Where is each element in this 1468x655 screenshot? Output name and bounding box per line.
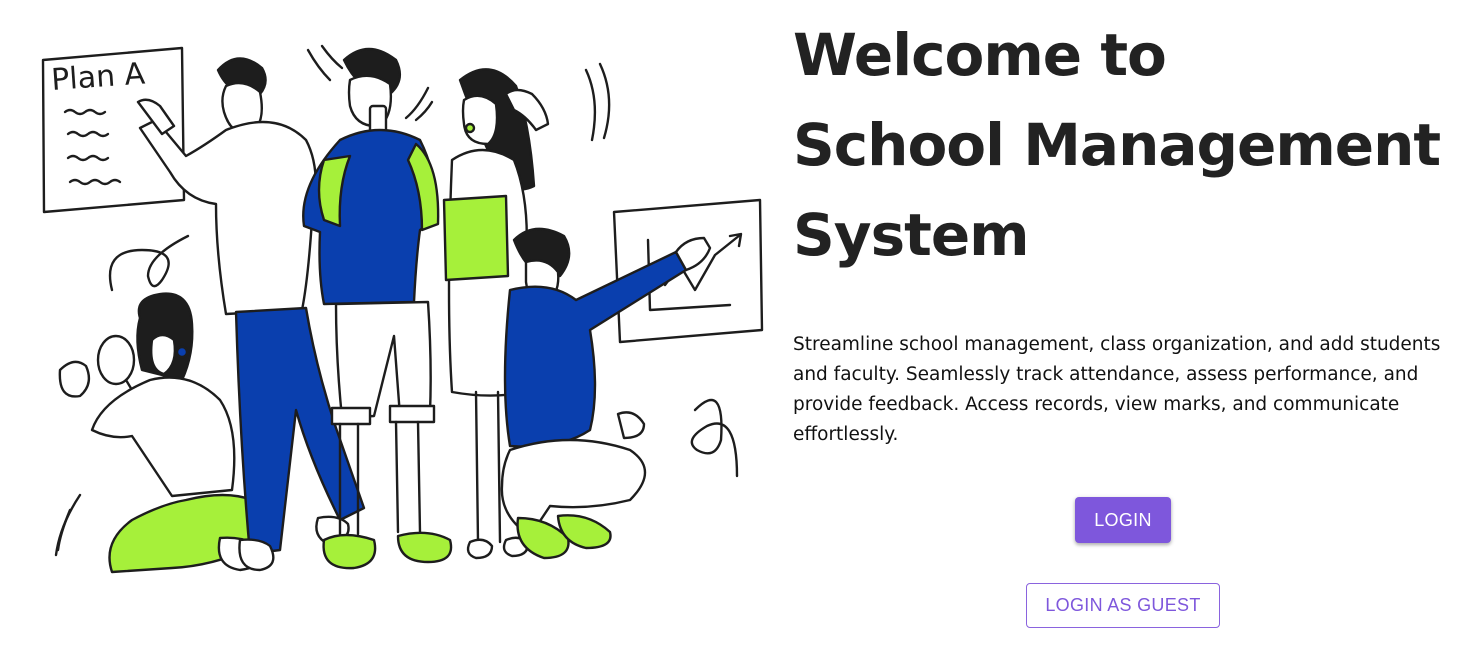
page-title-line-3: System <box>793 201 1030 269</box>
hero-description: Streamline school management, class orga… <box>793 334 1441 445</box>
login-as-guest-button[interactable]: LOGIN AS GUEST <box>1026 583 1220 628</box>
login-button[interactable]: LOGIN <box>1075 497 1171 543</box>
page-title: Welcome to School Management System <box>793 10 1453 280</box>
page-title-line-2: School Management <box>793 111 1441 179</box>
landing-page: Plan A Welcome to School Management Syst… <box>0 0 1468 655</box>
kneeling-girl-figure <box>58 292 264 574</box>
hero-content: Welcome to School Management System Stre… <box>793 10 1453 450</box>
page-title-line-1: Welcome to <box>793 21 1167 89</box>
whiteboard-text: Plan A <box>50 56 147 97</box>
team-planning-illustration: Plan A <box>41 44 764 574</box>
